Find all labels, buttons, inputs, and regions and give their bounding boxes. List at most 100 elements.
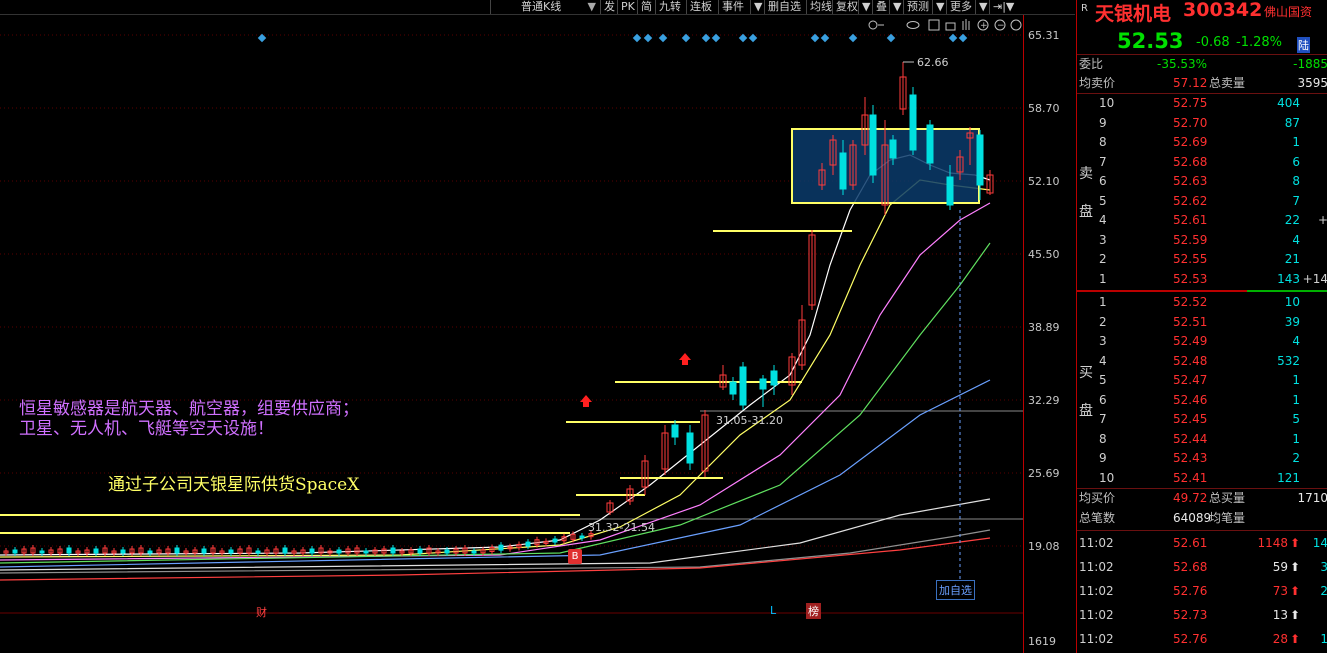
volume-tick: 1619 bbox=[1028, 635, 1056, 648]
sell-row[interactable]: 6 52.63 8 bbox=[1077, 172, 1327, 191]
tick-row: 11:02 52.61 1148 ⬆ 14 bbox=[1077, 531, 1327, 555]
sell-row[interactable]: 1 52.53 143 +14 bbox=[1077, 270, 1327, 289]
add-watchlist-button[interactable]: 加自选 bbox=[936, 580, 975, 600]
quote-panel: R 天银机电 300342 佛山国资 52.53 -0.68 -1.28% 陆 … bbox=[1076, 0, 1327, 653]
weibi-value: -35.53% bbox=[1157, 57, 1208, 71]
buy-price: 52.51 bbox=[1173, 314, 1208, 329]
finance-marker[interactable]: 财 bbox=[256, 604, 267, 620]
sell-row[interactable]: 5 52.62 7 bbox=[1077, 192, 1327, 211]
tb-btn-11[interactable]: 更多 bbox=[946, 0, 975, 14]
buy-idx: 1 bbox=[1099, 295, 1107, 309]
total-deals-label: 总笔数 bbox=[1079, 511, 1116, 525]
rank-marker[interactable]: 榜 bbox=[806, 603, 821, 619]
total-buy-label: 总买量 bbox=[1209, 491, 1246, 505]
avg-buy-row: 均买价 49.72 总买量 1710 bbox=[1077, 489, 1327, 508]
buy-row[interactable]: 7 52.45 5 bbox=[1077, 410, 1327, 429]
sell-price: 52.68 bbox=[1173, 154, 1208, 169]
tb-btn-3[interactable]: 九转 bbox=[655, 0, 684, 14]
sell-idx: 5 bbox=[1099, 193, 1107, 208]
tick-time: 11:02 bbox=[1079, 560, 1114, 574]
buy-vol: 4 bbox=[1292, 334, 1300, 348]
tb-btn-10[interactable]: 预测 bbox=[903, 0, 932, 14]
sell-idx: 6 bbox=[1099, 174, 1107, 188]
buy-row[interactable]: 8 52.44 1 bbox=[1077, 430, 1327, 449]
up-arrow-icon: ⬆ bbox=[1289, 584, 1300, 598]
buy-row[interactable]: 1 52.52 10 bbox=[1077, 293, 1327, 312]
tb-btn-0[interactable]: 发 bbox=[600, 0, 618, 14]
weibi-label: 委比 bbox=[1079, 57, 1104, 71]
sell-vol: 87 bbox=[1284, 115, 1300, 130]
sell-price: 52.62 bbox=[1173, 193, 1208, 208]
sell-row[interactable]: 4 52.61 22 + bbox=[1077, 211, 1327, 230]
sell-row[interactable]: 9 52.70 87 bbox=[1077, 114, 1327, 133]
tick-count: 14 bbox=[1312, 536, 1327, 550]
tb-btn-4[interactable]: 连板 bbox=[686, 0, 715, 14]
total-deals-value: 64089 bbox=[1173, 511, 1212, 525]
moving-averages bbox=[0, 154, 991, 581]
buy-row[interactable]: 3 52.49 4 bbox=[1077, 332, 1327, 351]
buy-price: 52.45 bbox=[1173, 412, 1208, 426]
buy-row[interactable]: 5 52.47 1 bbox=[1077, 371, 1327, 390]
buy-row[interactable]: 2 52.51 39 bbox=[1077, 313, 1327, 332]
sell-idx: 1 bbox=[1099, 271, 1107, 286]
tb-btn-2[interactable]: 简 bbox=[637, 0, 655, 14]
buy-row[interactable]: 10 52.41 121 bbox=[1077, 469, 1327, 488]
tick-row: 11:02 52.68 59 ⬆ 3 bbox=[1077, 555, 1327, 579]
tick-count: 2 bbox=[1320, 584, 1327, 598]
tick-volume: 13 bbox=[1272, 608, 1288, 622]
eye-icon bbox=[906, 21, 920, 29]
sell-row[interactable]: 7 52.68 6 bbox=[1077, 153, 1327, 172]
up-arrow-icon: ⬆ bbox=[1289, 536, 1300, 550]
sell-idx: 3 bbox=[1099, 232, 1107, 247]
tick-price: 52.76 bbox=[1173, 584, 1208, 598]
buy-row[interactable]: 6 52.46 1 bbox=[1077, 391, 1327, 410]
concept-tag[interactable]: 佛山国资 bbox=[1264, 3, 1312, 20]
tick-price: 52.73 bbox=[1173, 608, 1208, 622]
chevron-down-icon: ▼ bbox=[587, 0, 596, 13]
buy-vol: 10 bbox=[1284, 295, 1300, 309]
sell-row[interactable]: 2 52.55 21 bbox=[1077, 250, 1327, 269]
kline-type-select[interactable]: 普通K线 ▼ bbox=[490, 0, 600, 14]
sell-price: 52.61 bbox=[1173, 213, 1208, 227]
buy-vol: 39 bbox=[1284, 314, 1300, 329]
buy-idx: 9 bbox=[1099, 451, 1107, 465]
tb-btn-5[interactable]: 事件 bbox=[718, 0, 747, 14]
sell-vol: 404 bbox=[1277, 96, 1300, 110]
y-tick-7: 19.08 bbox=[1028, 540, 1060, 553]
buy-price: 52.46 bbox=[1173, 392, 1208, 407]
sell-row[interactable]: 8 52.69 1 bbox=[1077, 133, 1327, 152]
buy-idx: 3 bbox=[1099, 334, 1107, 348]
tb-btn-7[interactable]: 均线 bbox=[806, 0, 835, 14]
buy-marker[interactable]: B bbox=[568, 549, 582, 564]
sell-idx: 2 bbox=[1099, 252, 1107, 266]
sell-vol: 7 bbox=[1292, 193, 1300, 208]
pin-icon[interactable]: ⇥|▼ bbox=[989, 0, 1023, 14]
l-marker[interactable]: L bbox=[770, 604, 776, 617]
weicha-value: -1885 bbox=[1293, 57, 1327, 71]
buy-vol: 1 bbox=[1292, 373, 1300, 387]
total-sell-label: 总卖量 bbox=[1209, 76, 1246, 90]
kline-chart[interactable]: + − bbox=[0, 15, 1023, 653]
tb-btn-1[interactable]: PK bbox=[617, 0, 638, 14]
y-tick-6: 25.69 bbox=[1028, 467, 1060, 480]
tb-btn-8[interactable]: 复权 bbox=[832, 0, 861, 14]
sell-vol: 6 bbox=[1292, 154, 1300, 169]
buy-row[interactable]: 9 52.43 2 bbox=[1077, 449, 1327, 468]
ma-10 bbox=[0, 179, 991, 558]
buy-idx: 5 bbox=[1099, 373, 1107, 387]
weibi-row: 委比 -35.53% -1885 bbox=[1077, 55, 1327, 74]
tb-btn-9[interactable]: 叠 bbox=[872, 0, 890, 14]
sell-row[interactable]: 3 52.59 4 bbox=[1077, 231, 1327, 250]
tb-btn-6[interactable]: 删自选 bbox=[764, 0, 804, 14]
sell-row[interactable]: 10 52.75 404 bbox=[1077, 94, 1327, 113]
sell-vol: 4 bbox=[1292, 232, 1300, 247]
total-sell-value: 3595 bbox=[1297, 76, 1327, 90]
sell-price: 52.70 bbox=[1173, 115, 1208, 130]
sell-vol: 22 bbox=[1284, 213, 1300, 227]
save-icon bbox=[928, 19, 940, 31]
tick-volume: 1148 bbox=[1257, 536, 1288, 550]
chart-toolbar: 普通K线 ▼ 发 PK 简 九转 连板 事件 ▼ 删自选 均线 复权 ▼ 叠 ▼… bbox=[0, 0, 1075, 15]
buy-price: 52.47 bbox=[1173, 373, 1208, 387]
stock-name: 天银机电 bbox=[1095, 3, 1172, 25]
buy-row[interactable]: 4 52.48 532 bbox=[1077, 352, 1327, 371]
